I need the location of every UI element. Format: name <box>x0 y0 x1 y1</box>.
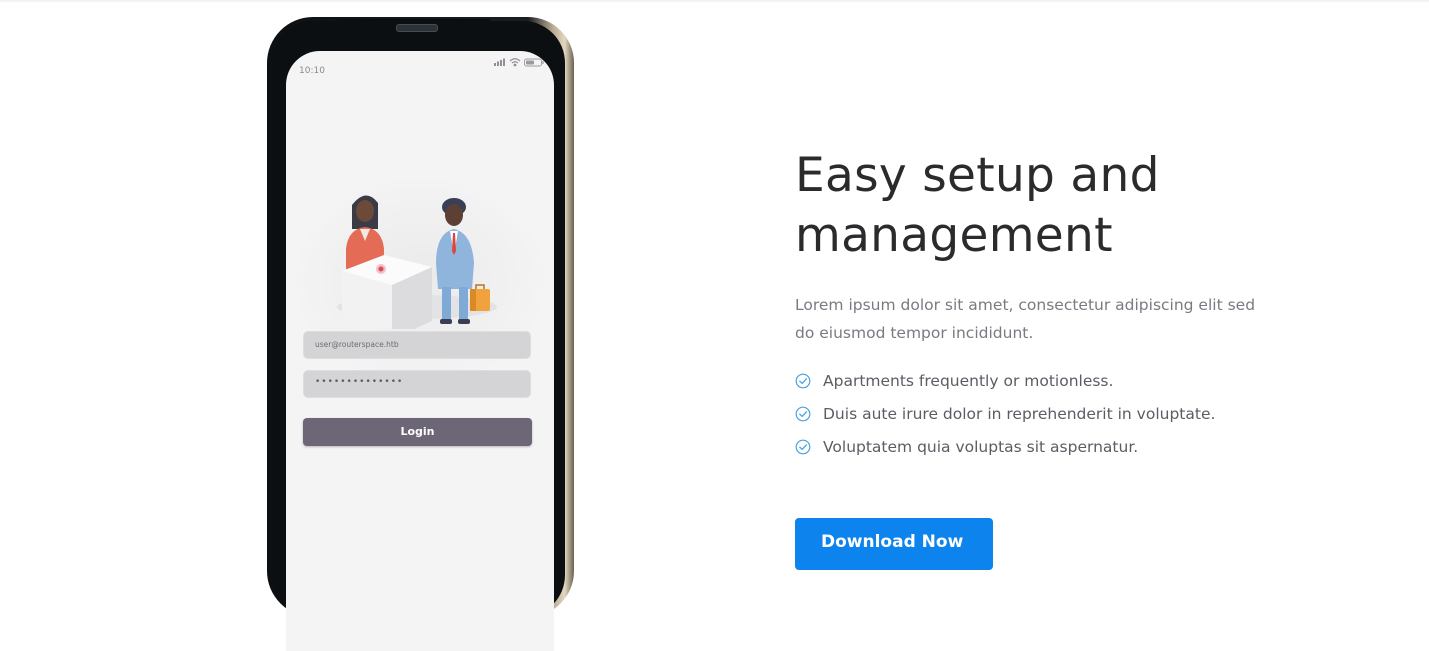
battery-icon <box>524 58 544 67</box>
businessman-figure <box>436 198 490 324</box>
download-now-button[interactable]: Download Now <box>795 518 993 570</box>
section-title-line2: management <box>795 208 1113 263</box>
feature-list: Apartments frequently or motionless. Dui… <box>795 368 1215 467</box>
feature-text: Apartments frequently or motionless. <box>823 372 1114 390</box>
check-circle-icon <box>795 406 811 422</box>
phone-notch <box>336 19 490 51</box>
header-shadow <box>0 0 1429 3</box>
briefcase-icon <box>470 284 490 311</box>
phone-bezel: 10:10 user@routerspace.htb •••••••••••••… <box>272 19 565 651</box>
reception-desk <box>342 255 432 329</box>
login-button[interactable]: Login <box>303 418 532 446</box>
wifi-icon <box>509 58 521 67</box>
email-value: user@routerspace.htb <box>315 340 399 349</box>
feature-item: Duis aute irure dolor in reprehenderit i… <box>795 401 1215 434</box>
phone-screen: 10:10 user@routerspace.htb •••••••••••••… <box>286 51 554 651</box>
download-now-label: Download Now <box>821 532 964 552</box>
feature-item: Voluptatem quia voluptas sit aspernatur. <box>795 434 1215 467</box>
check-circle-icon <box>795 373 811 389</box>
reception-illustration <box>337 195 497 329</box>
feature-text: Voluptatem quia voluptas sit aspernatur. <box>823 438 1139 456</box>
description-line2: do eiusmod tempor incididunt. <box>795 324 1034 342</box>
status-bar-icons <box>494 58 544 67</box>
signal-icon <box>494 58 505 66</box>
email-field[interactable]: user@routerspace.htb <box>303 331 531 359</box>
status-bar-time: 10:10 <box>299 66 325 76</box>
section-title-line1: Easy setup and <box>795 148 1160 203</box>
description-line1: Lorem ipsum dolor sit amet, consectetur … <box>795 296 1256 314</box>
password-field[interactable]: •••••••••••••• <box>303 370 531 398</box>
phone-mockup: 10:10 user@routerspace.htb •••••••••••••… <box>267 17 574 651</box>
section-title: Easy setup and management <box>795 146 1160 266</box>
speaker-grille <box>396 24 438 32</box>
section-description: Lorem ipsum dolor sit amet, consectetur … <box>795 291 1275 347</box>
feature-item: Apartments frequently or motionless. <box>795 368 1215 401</box>
feature-text: Duis aute irure dolor in reprehenderit i… <box>823 405 1216 423</box>
password-value: •••••••••••••• <box>315 377 404 387</box>
check-circle-icon <box>795 439 811 455</box>
